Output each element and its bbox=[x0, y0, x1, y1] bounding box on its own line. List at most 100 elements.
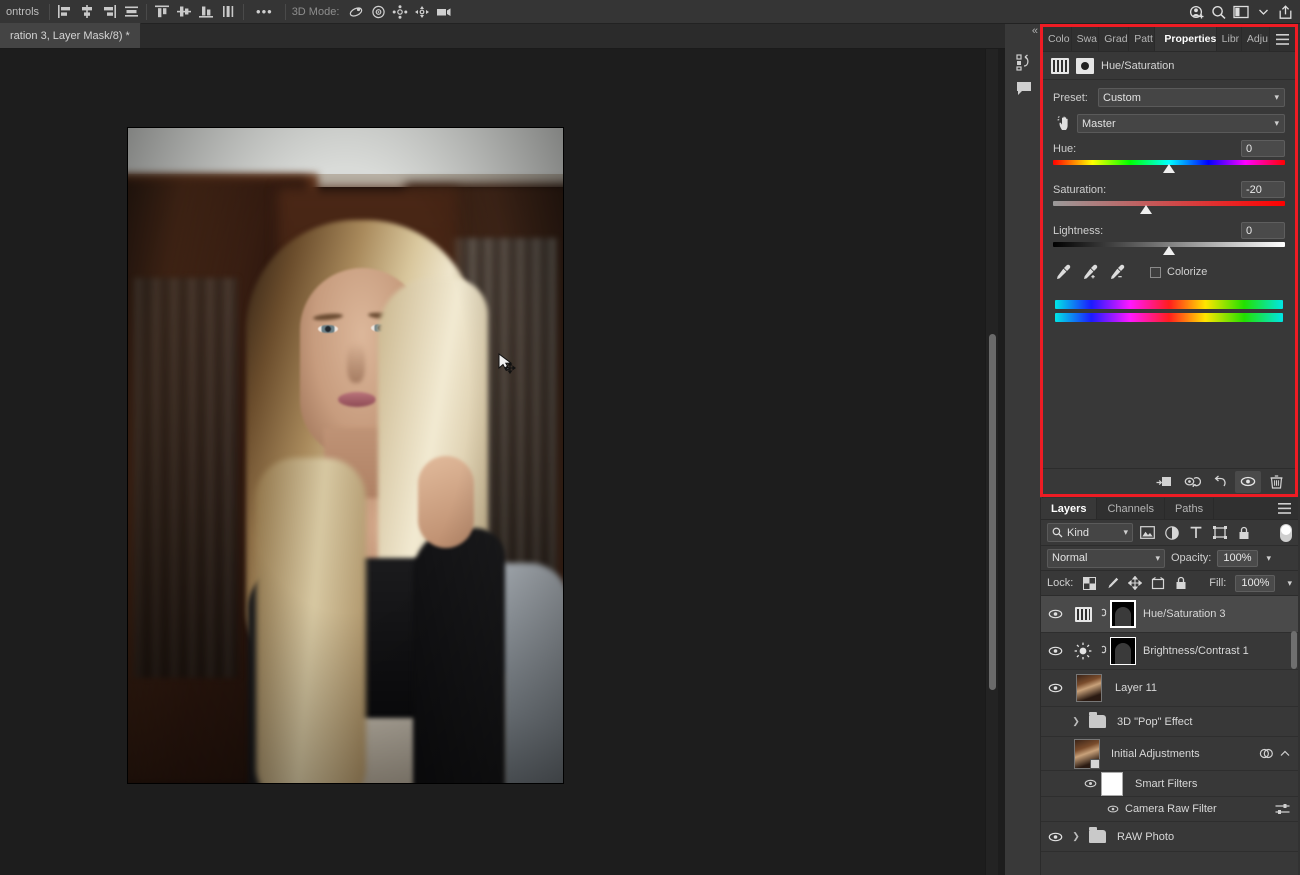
lock-artboard-nesting-icon[interactable] bbox=[1151, 576, 1165, 590]
layer-name[interactable]: Brightness/Contrast 1 bbox=[1143, 645, 1249, 657]
tab-layers[interactable]: Layers bbox=[1041, 498, 1098, 519]
canvas-vertical-scrollbar[interactable] bbox=[985, 49, 998, 875]
pan-3d-icon[interactable] bbox=[389, 2, 411, 22]
filter-kind-select[interactable]: Kind ▾ bbox=[1047, 523, 1133, 542]
layer-visibility-toggle[interactable] bbox=[1041, 683, 1069, 693]
reset-icon[interactable] bbox=[1207, 471, 1233, 493]
lock-position-icon[interactable] bbox=[1128, 576, 1143, 590]
layer-name[interactable]: Smart Filters bbox=[1135, 778, 1197, 790]
filter-shape-icon[interactable] bbox=[1210, 524, 1229, 542]
user-add-icon[interactable] bbox=[1186, 2, 1208, 22]
align-vertical-centers-icon[interactable] bbox=[173, 2, 195, 22]
layer-row-brightness-contrast-1[interactable]: Brightness/Contrast 1 bbox=[1041, 633, 1298, 670]
smart-object-thumbnail[interactable] bbox=[1073, 738, 1101, 769]
filter-adjustment-icon[interactable] bbox=[1162, 524, 1181, 542]
align-top-edges-icon[interactable] bbox=[151, 2, 173, 22]
colorize-control[interactable]: Colorize bbox=[1150, 266, 1207, 278]
colorize-checkbox[interactable] bbox=[1150, 266, 1161, 278]
lightness-slider-track[interactable] bbox=[1053, 242, 1285, 255]
distribute-vertically-icon[interactable] bbox=[217, 2, 239, 22]
layer-row-smart-filters[interactable]: Smart Filters bbox=[1041, 771, 1298, 797]
filter-smart-object-icon[interactable] bbox=[1234, 524, 1253, 542]
hue-slider-track[interactable] bbox=[1053, 160, 1285, 173]
eyedropper-subtract-icon[interactable] bbox=[1109, 264, 1125, 280]
blend-mode-select[interactable]: Normal ▾ bbox=[1047, 548, 1165, 568]
align-left-edges-icon[interactable] bbox=[54, 2, 76, 22]
layer-name[interactable]: Camera Raw Filter bbox=[1125, 803, 1217, 815]
comments-icon[interactable] bbox=[1012, 76, 1036, 100]
roll-3d-icon[interactable] bbox=[367, 2, 389, 22]
panel-menu-icon[interactable] bbox=[1271, 498, 1298, 519]
layer-row-hue-saturation-3[interactable]: Hue/Saturation 3 bbox=[1041, 596, 1298, 633]
layer-thumbnail[interactable] bbox=[1075, 674, 1103, 702]
on-image-adjust-icon[interactable] bbox=[1053, 115, 1077, 132]
tab-adjustments[interactable]: Adju bbox=[1242, 27, 1270, 51]
saturation-slider-thumb[interactable] bbox=[1139, 205, 1152, 214]
align-right-edges-icon[interactable] bbox=[98, 2, 120, 22]
eyedropper-add-icon[interactable] bbox=[1082, 264, 1098, 280]
lightness-value-field[interactable]: 0 bbox=[1241, 222, 1285, 239]
fill-value-field[interactable]: 100% bbox=[1235, 574, 1276, 592]
layers-vertical-scrollbar[interactable] bbox=[1289, 596, 1298, 852]
group-expand-chevron-icon[interactable]: ❯ bbox=[1069, 831, 1083, 842]
layer-name[interactable]: RAW Photo bbox=[1117, 831, 1174, 843]
visibility-icon[interactable] bbox=[1235, 470, 1261, 493]
layer-row-layer-11[interactable]: Layer 11 bbox=[1041, 670, 1298, 707]
share-icon[interactable] bbox=[1274, 2, 1296, 22]
tab-gradients[interactable]: Grad bbox=[1099, 27, 1130, 51]
lock-image-pixels-icon[interactable] bbox=[1105, 576, 1119, 590]
layer-name[interactable]: Hue/Saturation 3 bbox=[1143, 608, 1226, 620]
tab-color[interactable]: Colo bbox=[1043, 27, 1072, 51]
scale-3d-camera-icon[interactable] bbox=[433, 2, 455, 22]
hue-slider-thumb[interactable] bbox=[1163, 164, 1175, 173]
layer-name[interactable]: Initial Adjustments bbox=[1111, 748, 1200, 760]
opacity-value-field[interactable]: 100% bbox=[1217, 549, 1258, 567]
filter-settings-icon[interactable] bbox=[1275, 803, 1290, 815]
align-horizontal-centers-icon[interactable] bbox=[76, 2, 98, 22]
more-options-button[interactable]: ••• bbox=[248, 4, 281, 19]
smart-filter-mask-thumbnail[interactable] bbox=[1101, 771, 1123, 796]
layer-mask-thumbnail[interactable] bbox=[1109, 600, 1137, 628]
toggle-previous-state-icon[interactable] bbox=[1179, 471, 1205, 493]
layer-row-raw-photo[interactable]: ❯ RAW Photo bbox=[1041, 822, 1298, 852]
opacity-stepper-chevron-icon[interactable]: ▾ bbox=[1267, 553, 1272, 564]
hue-saturation-adjustment-icon[interactable] bbox=[1069, 600, 1097, 628]
tab-paths[interactable]: Paths bbox=[1165, 498, 1215, 519]
lightness-slider-thumb[interactable] bbox=[1163, 246, 1175, 255]
hue-output-spectrum-bar[interactable] bbox=[1055, 313, 1283, 322]
layer-row-camera-raw-filter[interactable]: Camera Raw Filter bbox=[1041, 797, 1298, 822]
preset-select[interactable]: Custom ▾ bbox=[1098, 88, 1285, 107]
canvas-area[interactable] bbox=[0, 49, 1005, 875]
rotate-3d-icon[interactable] bbox=[345, 2, 367, 22]
canvas-scrollbar-thumb[interactable] bbox=[989, 334, 996, 690]
delete-icon[interactable] bbox=[1263, 471, 1289, 493]
layer-mask-link-icon[interactable] bbox=[1097, 644, 1109, 658]
layer-name[interactable]: 3D "Pop" Effect bbox=[1117, 716, 1192, 728]
tab-swatches[interactable]: Swa bbox=[1072, 27, 1100, 51]
history-icon[interactable] bbox=[1012, 50, 1036, 74]
saturation-slider-track[interactable] bbox=[1053, 201, 1285, 214]
collapse-panels-button[interactable]: « bbox=[1032, 25, 1038, 37]
layer-row-initial-adjustments[interactable]: Initial Adjustments bbox=[1041, 737, 1298, 771]
workspace-icon[interactable] bbox=[1230, 2, 1252, 22]
clip-to-layer-icon[interactable] bbox=[1151, 471, 1177, 493]
saturation-value-field[interactable]: -20 bbox=[1241, 181, 1285, 198]
tab-properties[interactable]: Properties bbox=[1155, 27, 1217, 51]
layer-row-3d-pop-effect[interactable]: ❯ 3D "Pop" Effect bbox=[1041, 707, 1298, 737]
mask-thumbnail-icon[interactable] bbox=[1076, 57, 1094, 74]
search-icon[interactable] bbox=[1208, 2, 1230, 22]
smart-filter-icon[interactable] bbox=[1259, 747, 1274, 760]
document-tab[interactable]: ration 3, Layer Mask/8) * bbox=[0, 23, 141, 48]
layers-scrollbar-thumb[interactable] bbox=[1291, 631, 1297, 669]
tab-channels[interactable]: Channels bbox=[1097, 498, 1165, 519]
layer-visibility-toggle[interactable] bbox=[1041, 609, 1069, 619]
tab-patterns[interactable]: Patt bbox=[1129, 27, 1156, 51]
camera-raw-filter-visibility-toggle[interactable] bbox=[1103, 805, 1123, 813]
fill-stepper-chevron-icon[interactable]: ▾ bbox=[1287, 578, 1292, 589]
layer-mask-link-icon[interactable] bbox=[1097, 607, 1109, 621]
layer-mask-thumbnail[interactable] bbox=[1109, 637, 1137, 665]
group-expand-chevron-icon[interactable]: ❯ bbox=[1069, 716, 1083, 727]
layer-visibility-toggle[interactable] bbox=[1041, 832, 1069, 842]
distribute-horizontally-icon[interactable] bbox=[120, 2, 142, 22]
channel-select[interactable]: Master ▾ bbox=[1077, 114, 1285, 133]
